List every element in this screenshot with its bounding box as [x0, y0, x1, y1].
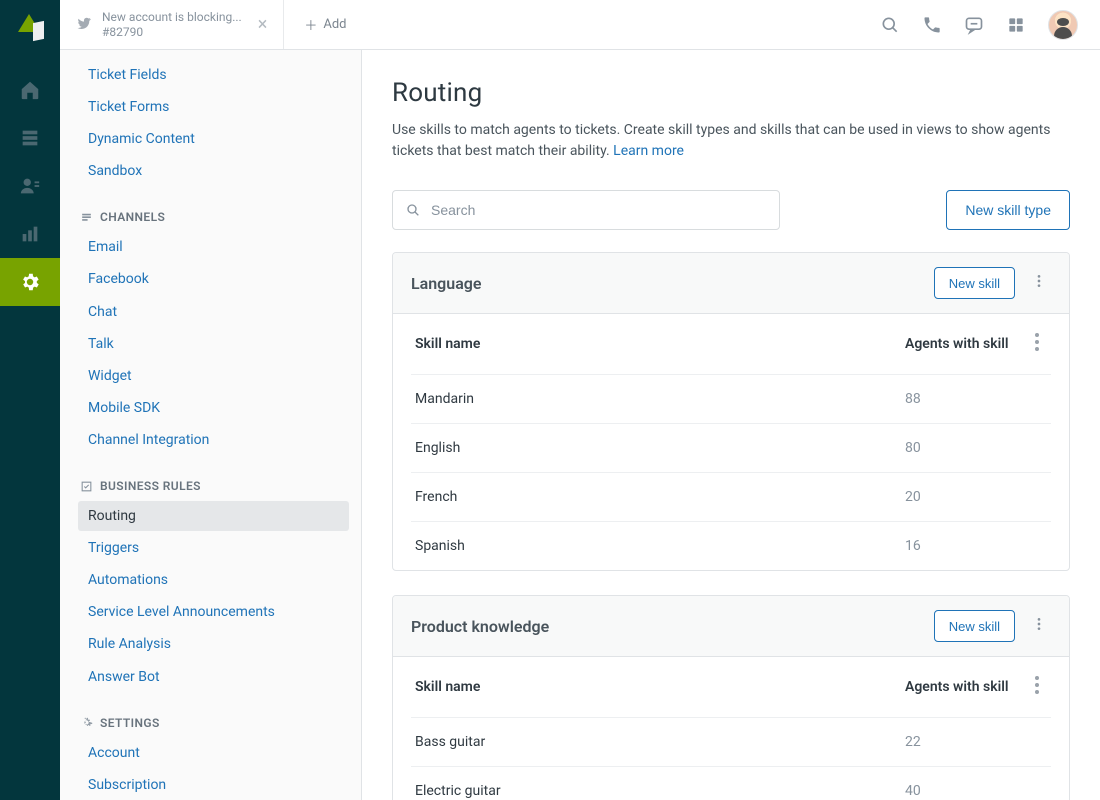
apps-grid-icon [1006, 15, 1026, 35]
skill-agent-count: 40 [905, 783, 1025, 799]
skill-agent-count: 80 [905, 440, 1025, 456]
sidebar-item-routing[interactable]: Routing [78, 501, 349, 531]
skill-type-card: Language New skill Skill nameAgents with s… [392, 252, 1070, 571]
skill-row[interactable]: Bass guitar22 [411, 718, 1051, 767]
search-field[interactable] [392, 190, 780, 230]
search-icon [880, 15, 900, 35]
tab-text: New account is blocking... #82790 [102, 10, 242, 40]
learn-more-link[interactable]: Learn more [613, 143, 684, 159]
cog-icon [80, 716, 93, 729]
gear-icon [19, 271, 41, 293]
sidebar-item-account[interactable]: Account [60, 738, 361, 768]
col-header-agents: Agents with skill [905, 336, 1025, 352]
col-header-name: Skill name [413, 336, 905, 352]
skill-name: Spanish [413, 538, 905, 554]
skill-type-menu-button[interactable] [1027, 273, 1051, 293]
rail-customers[interactable] [0, 162, 60, 210]
users-icon [19, 175, 41, 197]
section-business-rules-header: BUSINESS RULES [80, 479, 361, 493]
settings-sidebar: Ticket FieldsTicket FormsDynamic Content… [60, 0, 362, 800]
new-skill-button[interactable]: New skill [934, 610, 1015, 642]
top-bar: New account is blocking... #82790 × ＋ Ad… [60, 0, 1100, 50]
sidebar-item-mobile-sdk[interactable]: Mobile SDK [60, 393, 361, 423]
phone-icon [922, 15, 942, 35]
table-menu-button[interactable] [1025, 673, 1049, 701]
skill-type-title: Product knowledge [411, 617, 549, 636]
top-actions [880, 0, 1100, 49]
nav-rail [0, 0, 60, 800]
skill-agent-count: 20 [905, 489, 1025, 505]
sidebar-item-widget[interactable]: Widget [60, 361, 361, 391]
skill-name: Bass guitar [413, 734, 905, 750]
skill-name: French [413, 489, 905, 505]
main-content: Routing Use skills to match agents to ti… [362, 0, 1100, 800]
skill-row[interactable]: Spanish16 [411, 522, 1051, 570]
brand-logo [16, 14, 44, 42]
sidebar-item-subscription[interactable]: Subscription [60, 770, 361, 800]
rail-views[interactable] [0, 114, 60, 162]
page-description: Use skills to match agents to tickets. C… [392, 120, 1070, 162]
user-avatar[interactable] [1048, 10, 1078, 40]
add-tab-button[interactable]: ＋ Add [284, 0, 366, 49]
table-menu-button[interactable] [1025, 330, 1049, 358]
bar-chart-icon [19, 223, 41, 245]
rail-reporting[interactable] [0, 210, 60, 258]
workspace-tab[interactable]: New account is blocking... #82790 × [60, 0, 284, 49]
skill-type-card: Product knowledge New skill Skill nameAgen… [392, 595, 1070, 800]
top-call-button[interactable] [922, 15, 942, 35]
tab-close-button[interactable]: × [258, 14, 268, 35]
sidebar-item-channel-integration[interactable]: Channel Integration [60, 425, 361, 455]
new-skill-button[interactable]: New skill [934, 267, 1015, 299]
col-header-agents: Agents with skill [905, 679, 1025, 695]
top-apps-button[interactable] [1006, 15, 1026, 35]
skill-agent-count: 88 [905, 391, 1025, 407]
sidebar-item-ticket-fields[interactable]: Ticket Fields [60, 60, 361, 90]
top-chat-button[interactable] [964, 15, 984, 35]
section-channels-header: CHANNELS [80, 210, 361, 224]
rail-admin[interactable] [0, 258, 60, 306]
sidebar-item-talk[interactable]: Talk [60, 329, 361, 359]
new-skill-type-button[interactable]: New skill type [946, 190, 1070, 230]
sidebar-item-rule-analysis[interactable]: Rule Analysis [60, 629, 361, 659]
rail-home[interactable] [0, 66, 60, 114]
search-icon [405, 202, 421, 218]
skill-name: English [413, 440, 905, 456]
skill-name: Mandarin [413, 391, 905, 407]
sidebar-item-chat[interactable]: Chat [60, 297, 361, 327]
skill-row[interactable]: Electric guitar40 [411, 767, 1051, 800]
sidebar-item-triggers[interactable]: Triggers [60, 533, 361, 563]
sidebar-item-sandbox[interactable]: Sandbox [60, 156, 361, 186]
tab-title: New account is blocking... [102, 10, 242, 25]
sidebar-item-automations[interactable]: Automations [60, 565, 361, 595]
list-icon [19, 127, 41, 149]
skill-row[interactable]: English80 [411, 424, 1051, 473]
plus-icon: ＋ [304, 15, 317, 34]
section-settings-header: SETTINGS [80, 716, 361, 730]
add-label: Add [323, 17, 346, 32]
checklist-icon [80, 480, 93, 493]
skill-agent-count: 16 [905, 538, 1025, 554]
home-icon [19, 79, 41, 101]
sidebar-item-service-level-announcements[interactable]: Service Level Announcements [60, 597, 361, 627]
sidebar-item-email[interactable]: Email [60, 232, 361, 262]
sidebar-item-answer-bot[interactable]: Answer Bot [60, 662, 361, 692]
sidebar-item-facebook[interactable]: Facebook [60, 264, 361, 294]
sidebar-item-dynamic-content[interactable]: Dynamic Content [60, 124, 361, 154]
skill-name: Electric guitar [413, 783, 905, 799]
skill-agent-count: 22 [905, 734, 1025, 750]
skill-row[interactable]: French20 [411, 473, 1051, 522]
twitter-icon [76, 15, 92, 35]
channels-icon [80, 211, 93, 224]
skill-type-menu-button[interactable] [1027, 616, 1051, 636]
skill-type-title: Language [411, 274, 482, 293]
sidebar-item-ticket-forms[interactable]: Ticket Forms [60, 92, 361, 122]
top-search-button[interactable] [880, 15, 900, 35]
col-header-name: Skill name [413, 679, 905, 695]
chat-icon [964, 15, 984, 35]
skill-row[interactable]: Mandarin88 [411, 375, 1051, 424]
search-input[interactable] [431, 202, 767, 218]
tab-subtitle: #82790 [102, 25, 242, 40]
page-title: Routing [392, 78, 1070, 108]
